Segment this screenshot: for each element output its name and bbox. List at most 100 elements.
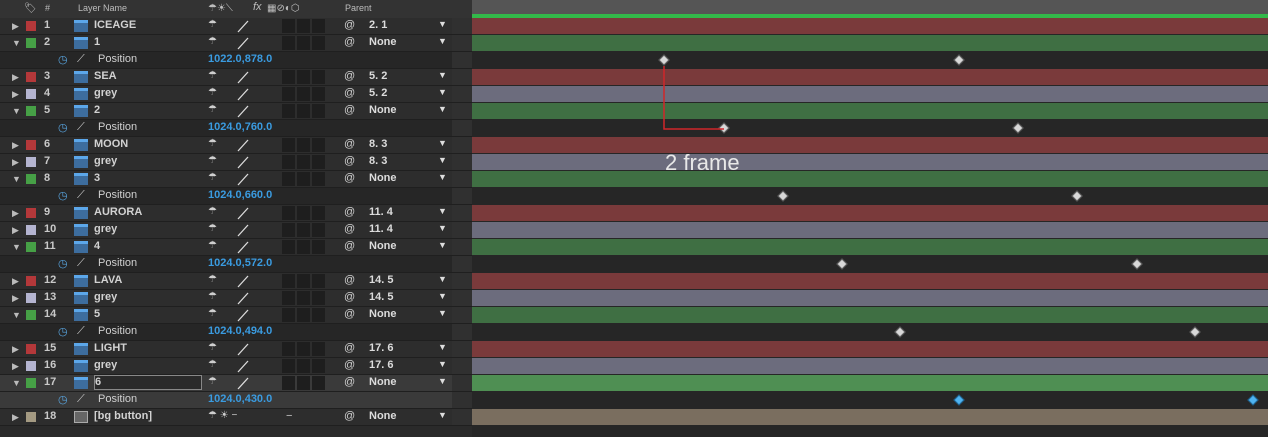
pickwhip-icon[interactable]: @ (344, 19, 355, 31)
column-layer-name-header[interactable]: Layer Name (78, 3, 127, 13)
layer-row[interactable]: ▼ 2 1 ☂ @ None ▼ (0, 35, 472, 52)
shy-icon[interactable]: ☂ (208, 274, 217, 285)
property-value[interactable]: 1024.0,760.0 (208, 121, 272, 133)
layer-name[interactable]: LAVA (94, 274, 200, 286)
quality-slash-icon[interactable] (236, 342, 250, 356)
pickwhip-icon[interactable]: @ (344, 291, 355, 303)
fx-switch-icon[interactable]: fx (253, 1, 262, 13)
parent-dropdown-icon[interactable]: ▼ (438, 36, 447, 46)
parent-value[interactable]: 14. 5 (369, 274, 393, 286)
switch-box[interactable] (312, 87, 325, 101)
property-value[interactable]: 1024.0,572.0 (208, 257, 272, 269)
label-color-swatch[interactable] (26, 38, 36, 48)
quality-slash-icon[interactable] (236, 274, 250, 288)
pickwhip-icon[interactable]: @ (344, 155, 355, 167)
switch-box[interactable] (312, 206, 325, 220)
stopwatch-icon[interactable]: ◷ (58, 121, 68, 134)
twirl-arrow-icon[interactable]: ▶ (12, 225, 19, 236)
label-color-swatch[interactable] (26, 378, 36, 388)
twirl-arrow-icon[interactable]: ▼ (12, 242, 21, 252)
quality-slash-icon[interactable] (236, 70, 250, 84)
switch-box[interactable] (282, 240, 295, 254)
switch-box[interactable] (282, 70, 295, 84)
label-color-swatch[interactable] (26, 242, 36, 252)
switch-box[interactable] (312, 291, 325, 305)
stopwatch-icon[interactable]: ◷ (58, 189, 68, 202)
switch-box[interactable] (282, 206, 295, 220)
shy-icon[interactable]: ☂ (208, 19, 217, 30)
layer-row[interactable]: ▶ 12 LAVA ☂ @14. 5 ▼ (0, 273, 472, 290)
switch-box[interactable] (312, 138, 325, 152)
layer-name[interactable]: [bg button] (94, 410, 200, 422)
parent-value[interactable]: None (369, 172, 397, 184)
pickwhip-icon[interactable]: @ (344, 342, 355, 354)
graph-icon[interactable]: ⟋ (77, 53, 85, 66)
quality-slash-icon[interactable] (236, 138, 250, 152)
pickwhip-icon[interactable]: @ (344, 359, 355, 371)
switch-box[interactable] (312, 19, 325, 33)
quality-slash-icon[interactable] (236, 36, 250, 50)
column-number-header[interactable]: # (45, 3, 50, 13)
layer-name[interactable]: grey (94, 359, 200, 371)
layer-row[interactable]: ▶ 7 grey ☂ @8. 3 ▼ (0, 154, 472, 171)
property-row[interactable]: ◷ ⟋ Position 1024.0,572.0 (0, 256, 472, 273)
property-value[interactable]: 1024.0,660.0 (208, 189, 272, 201)
parent-value[interactable]: 11. 4 (369, 223, 393, 235)
parent-dropdown-icon[interactable]: ▼ (438, 240, 447, 250)
label-color-swatch[interactable] (26, 21, 36, 31)
switch-box[interactable] (297, 172, 310, 186)
switch-box[interactable] (282, 104, 295, 118)
layer-name[interactable]: AURORA (94, 206, 200, 218)
switch-box[interactable] (282, 155, 295, 169)
parent-dropdown-icon[interactable]: ▼ (438, 359, 447, 369)
quality-slash-icon[interactable] (236, 240, 250, 254)
shy-icon[interactable]: ☂ (208, 359, 217, 370)
column-parent-header[interactable]: Parent (345, 3, 372, 13)
switch-box[interactable] (282, 308, 295, 322)
switch-box[interactable] (297, 138, 310, 152)
pickwhip-icon[interactable]: @ (344, 87, 355, 99)
label-color-swatch[interactable] (26, 174, 36, 184)
parent-value[interactable]: 8. 3 (369, 138, 387, 150)
layer-name[interactable]: grey (94, 291, 200, 303)
graph-icon[interactable]: ⟋ (77, 121, 85, 134)
label-tag-icon[interactable]: 🏷 (24, 3, 37, 14)
switch-box[interactable] (312, 359, 325, 373)
parent-dropdown-icon[interactable]: ▼ (438, 104, 447, 114)
pickwhip-icon[interactable]: @ (344, 172, 355, 184)
timeline-panel[interactable]: 2 frame (472, 0, 1268, 437)
label-color-swatch[interactable] (26, 106, 36, 116)
layer-row[interactable]: ▼ 8 3 ☂ @ None ▼ (0, 171, 472, 188)
property-row[interactable]: ◷ ⟋ Position 1024.0,430.0 (0, 392, 472, 409)
twirl-arrow-icon[interactable]: ▶ (12, 89, 19, 100)
parent-value[interactable]: None (369, 410, 397, 422)
parent-dropdown-icon[interactable]: ▼ (438, 19, 447, 29)
switch-box[interactable] (297, 308, 310, 322)
switch-column-icons[interactable]: ▦⊘◐⬡ (267, 3, 300, 14)
layer-name[interactable]: 3 (94, 172, 200, 184)
layer-name[interactable]: SEA (94, 70, 200, 82)
switch-box[interactable] (282, 138, 295, 152)
shy-icon[interactable]: ☂ (208, 206, 217, 217)
layer-row[interactable]: ▶ 15 LIGHT ☂ @17. 6 ▼ (0, 341, 472, 358)
switch-box[interactable] (297, 274, 310, 288)
parent-value[interactable]: None (369, 376, 397, 388)
layer-row[interactable]: ▶ 6 MOON ☂ @8. 3 ▼ (0, 137, 472, 154)
quality-slash-icon[interactable] (236, 308, 250, 322)
shy-icon[interactable]: ☂ (208, 291, 217, 302)
shy-icon[interactable]: ☂ (208, 376, 217, 387)
switch-box[interactable] (312, 70, 325, 84)
parent-dropdown-icon[interactable]: ▼ (438, 274, 447, 284)
stopwatch-icon[interactable]: ◷ (58, 257, 68, 270)
pickwhip-icon[interactable]: @ (344, 223, 355, 235)
parent-value[interactable]: 17. 6 (369, 342, 393, 354)
switch-box[interactable] (282, 274, 295, 288)
switch-box[interactable] (282, 87, 295, 101)
label-color-swatch[interactable] (26, 412, 36, 422)
quality-slash-icon[interactable] (236, 19, 250, 33)
switch-box[interactable] (312, 308, 325, 322)
shy-icon[interactable]: ☂ (208, 172, 217, 183)
layer-row[interactable]: ▼ 17 6 ☂ @ None ▼ (0, 375, 472, 392)
parent-value[interactable]: 8. 3 (369, 155, 387, 167)
layer-row[interactable]: ▶ 9 AURORA ☂ @11. 4 ▼ (0, 205, 472, 222)
